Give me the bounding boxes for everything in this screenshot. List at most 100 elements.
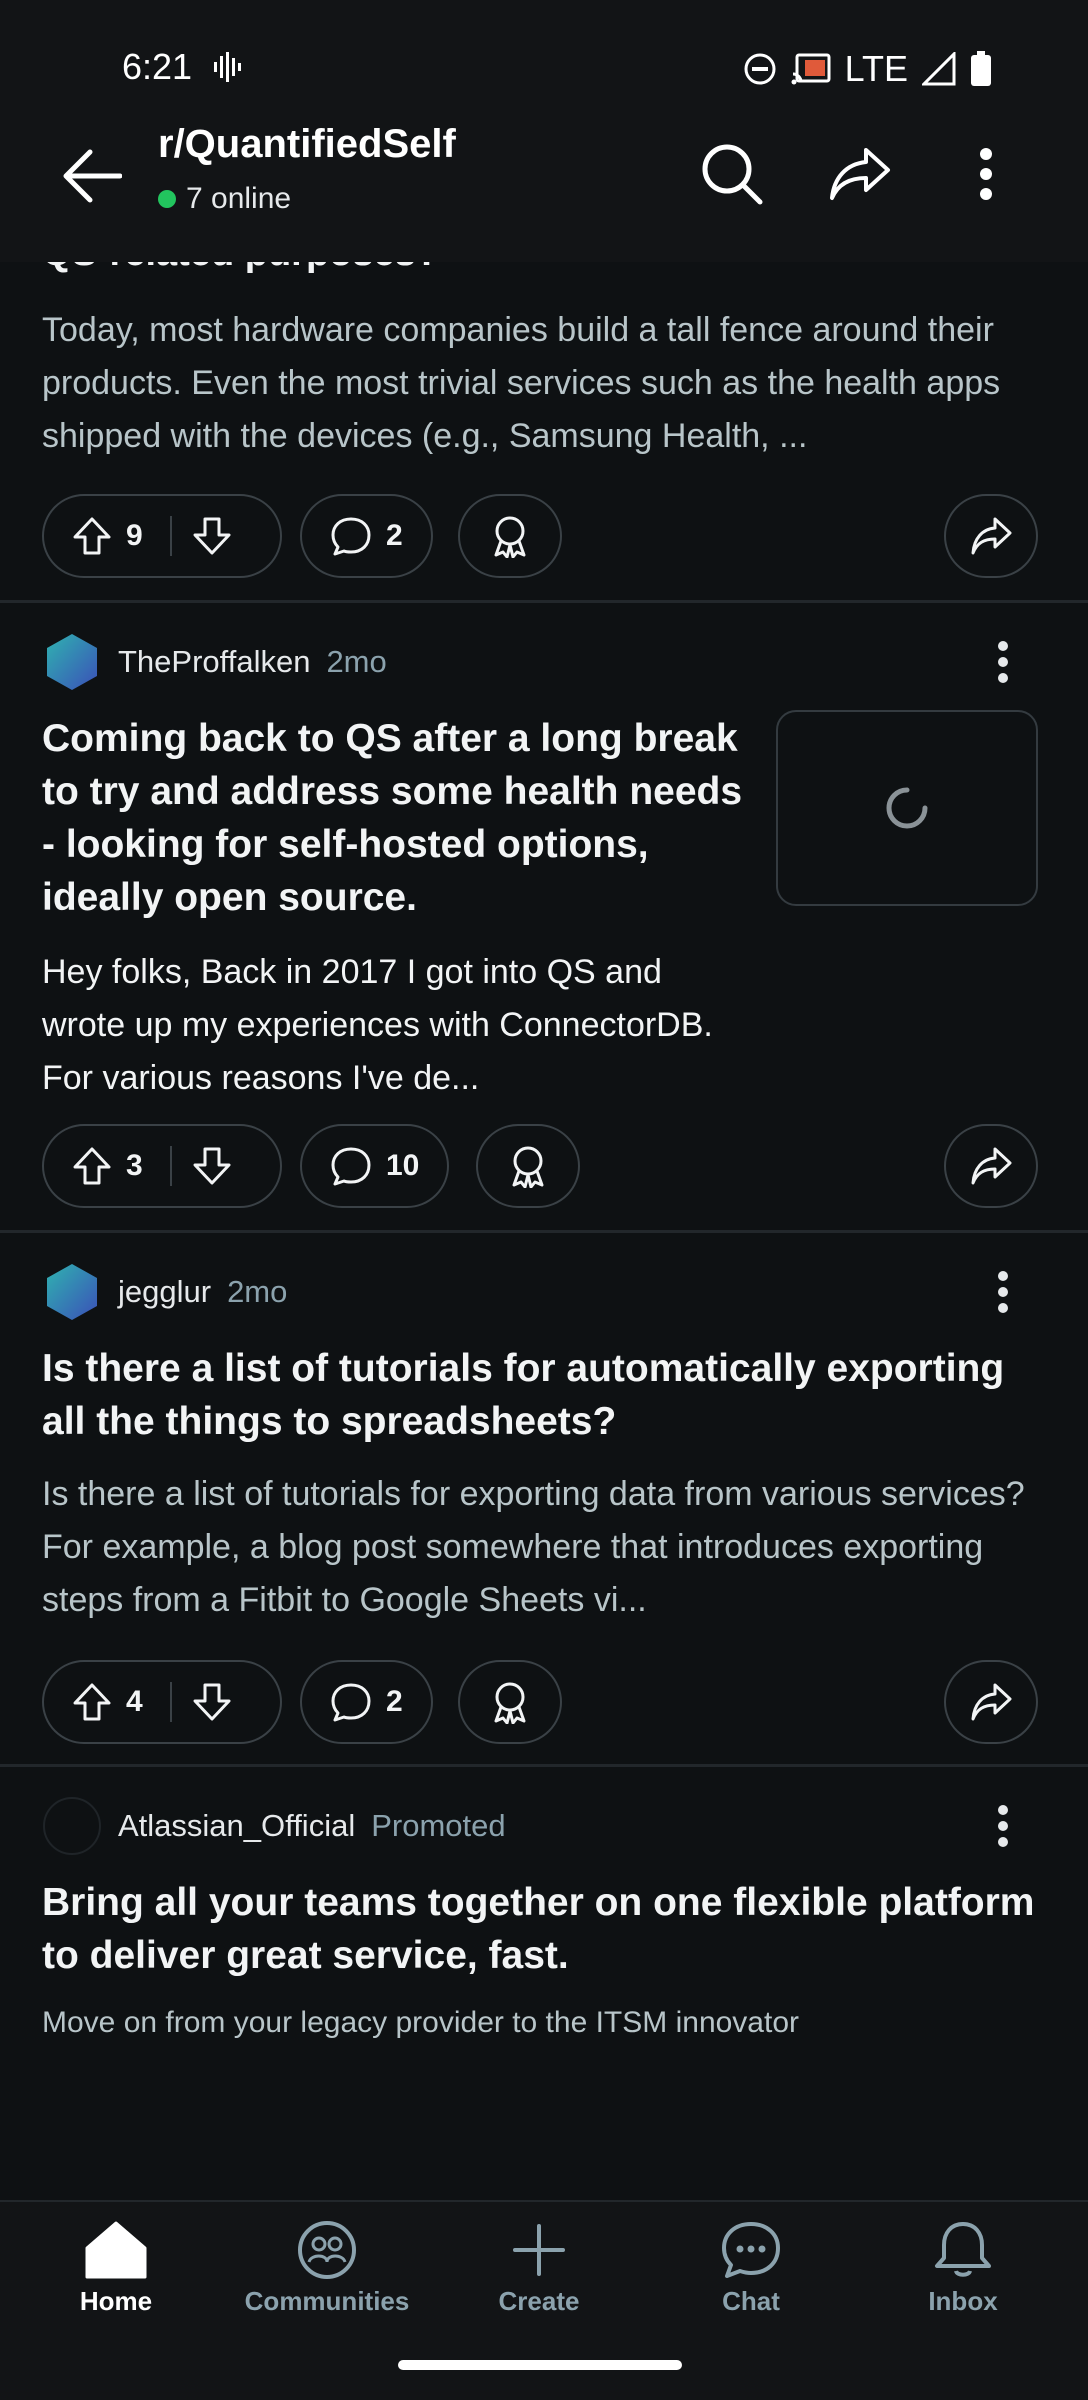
- upvote-icon[interactable]: [72, 516, 112, 556]
- author-name[interactable]: Atlassian_Official: [118, 1808, 355, 1844]
- battery-icon: [971, 51, 991, 86]
- nav-home-label: Home: [79, 2286, 153, 2316]
- nav-inbox-label: Inbox: [928, 2286, 998, 2316]
- loading-spinner-icon: [886, 787, 928, 829]
- comments-button[interactable]: 2: [300, 1660, 433, 1744]
- gesture-bar[interactable]: [398, 2360, 682, 2370]
- award-icon: [494, 1682, 526, 1724]
- status-time: 6:21: [122, 46, 193, 87]
- post-divider: [0, 1230, 1088, 1233]
- post-body[interactable]: Is there a list of tutorials for exporti…: [42, 1468, 1042, 1627]
- back-arrow-icon: [63, 149, 122, 203]
- post-divider: [0, 1764, 1088, 1767]
- vote-control: 9: [42, 494, 282, 578]
- nav-create[interactable]: Create: [449, 2220, 629, 2317]
- vote-count: 9: [126, 519, 143, 552]
- post-title[interactable]: Is there a list of tutorials for automat…: [42, 1342, 1052, 1448]
- share-button[interactable]: [944, 494, 1038, 578]
- subreddit-header: r/QuantifiedSelf 7 online: [0, 110, 1088, 262]
- nav-create-label: Create: [498, 2286, 580, 2316]
- post-author-row[interactable]: TheProffalken 2mo: [42, 632, 387, 692]
- share-button[interactable]: [944, 1124, 1038, 1208]
- post-thumbnail[interactable]: [776, 710, 1038, 906]
- comments-button[interactable]: 2: [300, 494, 433, 578]
- vibrate-icon: [214, 52, 246, 87]
- bell-icon: [935, 2222, 991, 2277]
- post-title[interactable]: Coming back to QS after a long break to …: [42, 712, 762, 924]
- kebab-icon: [998, 641, 1008, 683]
- dnd-icon: [744, 53, 776, 85]
- promoted-tag: Promoted: [371, 1808, 506, 1843]
- downvote-icon[interactable]: [192, 1682, 232, 1722]
- chat-icon: [722, 2222, 780, 2278]
- comments-button[interactable]: 10: [300, 1124, 450, 1208]
- network-type: LTE: [844, 48, 908, 89]
- online-dot: [158, 190, 176, 208]
- post-divider: [0, 600, 1088, 603]
- more-options-button[interactable]: [944, 132, 1028, 216]
- home-icon: [85, 2221, 147, 2279]
- post-options-button[interactable]: [978, 632, 1028, 692]
- cast-icon: [791, 53, 831, 85]
- avatar: [43, 1797, 101, 1855]
- online-count: 7 online: [158, 182, 291, 216]
- vote-control: 4: [42, 1660, 282, 1744]
- vote-control: 3: [42, 1124, 282, 1208]
- signal-icon: [922, 52, 956, 86]
- nav-home[interactable]: Home: [26, 2220, 206, 2317]
- back-button[interactable]: [52, 136, 132, 216]
- award-icon: [494, 516, 526, 558]
- post-body[interactable]: Hey folks, Back in 2017 I got into QS an…: [42, 946, 742, 1105]
- online-label: 7 online: [186, 182, 292, 215]
- award-button[interactable]: [458, 494, 562, 578]
- share-button[interactable]: [944, 1660, 1038, 1744]
- kebab-icon: [998, 1805, 1008, 1847]
- status-icons: LTE: [743, 48, 992, 90]
- search-button[interactable]: [690, 132, 774, 216]
- plus-icon: [513, 2224, 565, 2276]
- share-icon: [971, 517, 1012, 555]
- vote-count: 3: [126, 1149, 143, 1182]
- comment-icon: [331, 1683, 371, 1722]
- nav-chat[interactable]: Chat: [661, 2220, 841, 2317]
- post-options-button[interactable]: [978, 1262, 1028, 1322]
- award-button[interactable]: [458, 1660, 562, 1744]
- nav-chat-label: Chat: [722, 2286, 780, 2316]
- award-button[interactable]: [476, 1124, 580, 1208]
- post-age: 2mo: [227, 1274, 288, 1309]
- author-name[interactable]: jegglur: [118, 1274, 211, 1310]
- downvote-icon[interactable]: [192, 1146, 232, 1186]
- upvote-icon[interactable]: [72, 1682, 112, 1722]
- kebab-icon: [998, 1271, 1008, 1313]
- comment-count: 10: [386, 1149, 420, 1182]
- avatar: [47, 1264, 97, 1320]
- nav-inbox[interactable]: Inbox: [873, 2220, 1053, 2317]
- post-author-row[interactable]: jegglur 2mo: [42, 1262, 287, 1322]
- promoted-title[interactable]: Bring all your teams together on one fle…: [42, 1876, 1042, 1982]
- author-name[interactable]: TheProffalken: [118, 644, 310, 680]
- post-options-button[interactable]: [978, 1796, 1028, 1856]
- search-icon: [702, 144, 763, 205]
- post-body[interactable]: Today, most hardware companies build a t…: [42, 304, 1042, 463]
- comment-icon: [331, 1147, 371, 1186]
- upvote-icon[interactable]: [72, 1146, 112, 1186]
- share-subreddit-button[interactable]: [818, 132, 902, 216]
- vote-count: 4: [126, 1685, 143, 1718]
- kebab-icon: [980, 148, 992, 200]
- comment-count: 2: [386, 1685, 403, 1718]
- comment-icon: [331, 517, 371, 556]
- share-icon: [971, 1147, 1012, 1185]
- post-age: 2mo: [326, 644, 387, 679]
- downvote-icon[interactable]: [192, 516, 232, 556]
- promoted-author-row[interactable]: Atlassian_Official Promoted: [42, 1796, 506, 1856]
- communities-icon: [298, 2221, 356, 2279]
- award-icon: [512, 1146, 544, 1188]
- subreddit-title[interactable]: r/QuantifiedSelf: [158, 122, 456, 167]
- avatar: [47, 634, 97, 690]
- nav-communities[interactable]: Communities: [237, 2220, 417, 2317]
- bottom-nav: Home Communities Create Chat Inbox: [0, 2200, 1088, 2400]
- share-icon: [830, 148, 890, 200]
- share-icon: [971, 1683, 1012, 1721]
- promoted-body[interactable]: Move on from your legacy provider to the…: [42, 2006, 799, 2040]
- nav-communities-label: Communities: [244, 2286, 410, 2316]
